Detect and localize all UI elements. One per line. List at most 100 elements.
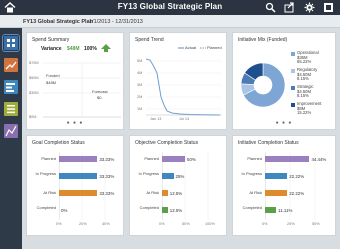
bar-plot-grid bbox=[162, 152, 209, 220]
card-title: Spend Trend bbox=[135, 37, 164, 43]
legend-swatch bbox=[291, 86, 295, 90]
legend-swatch bbox=[291, 103, 295, 107]
y-tick: $30M bbox=[29, 91, 39, 95]
plan-date-range: 1/1/2013 - 12/31/2013 bbox=[89, 18, 143, 25]
search-icon[interactable] bbox=[265, 2, 276, 13]
bar-value-label: 11.11% bbox=[278, 207, 293, 213]
spend-trend-plot bbox=[146, 58, 222, 116]
bar-in-progress[interactable] bbox=[162, 173, 174, 179]
card-title: Spend Summary bbox=[32, 37, 70, 43]
bar-value-label: 50% bbox=[187, 156, 196, 162]
category-label: In Progress bbox=[138, 171, 159, 176]
category-label: Completed bbox=[242, 205, 262, 210]
bar-planned[interactable] bbox=[265, 156, 310, 162]
initiative-mix-donut bbox=[240, 62, 286, 108]
y-tick: 2M bbox=[137, 95, 143, 99]
variance-value: $48M bbox=[67, 46, 80, 52]
sidebar-item-chart[interactable] bbox=[4, 124, 18, 138]
legend-text: 8.15% bbox=[297, 76, 309, 82]
y-tick: 4M bbox=[137, 71, 143, 75]
page-dots[interactable]: ● ● ● bbox=[233, 120, 335, 126]
x-tick: Jul 13 bbox=[179, 117, 190, 121]
plan-name: FY13 Global Strategic Plan bbox=[23, 18, 93, 25]
legend-text: 15.22% bbox=[297, 110, 312, 116]
bar-value-label: 12.5% bbox=[169, 207, 183, 213]
y-tick: 5M bbox=[137, 59, 143, 63]
spend-trend-card[interactable]: Spend Trend Actual Planned 5M 4M 3M 2M 1… bbox=[129, 32, 227, 130]
bar-value-label: 0% bbox=[61, 207, 68, 213]
category-label: Planned bbox=[144, 156, 159, 161]
page-dots[interactable]: ● ● ● bbox=[27, 120, 123, 126]
bar-value-label: 12.5% bbox=[169, 190, 183, 196]
funded-value: $48M bbox=[46, 80, 57, 85]
x-tick: 40% bbox=[102, 222, 110, 226]
more-icon[interactable] bbox=[323, 2, 334, 13]
up-arrow-icon bbox=[101, 44, 111, 52]
bar-completed[interactable] bbox=[162, 207, 168, 213]
bar-completed[interactable] bbox=[265, 207, 277, 213]
y-tick: 3M bbox=[137, 83, 143, 87]
x-tick: Jan 13 bbox=[150, 117, 162, 121]
category-label: Completed bbox=[36, 205, 56, 210]
legend-actual: Actual bbox=[185, 45, 197, 50]
bar-in-progress[interactable] bbox=[265, 173, 288, 179]
bar-value-label: 44.44% bbox=[311, 156, 327, 162]
initiative-mix-card[interactable]: Initiative Mix (Funded) Operational $36M 6… bbox=[232, 32, 336, 130]
bar-value-label: 22.22% bbox=[289, 173, 305, 179]
chart-icon bbox=[5, 125, 17, 137]
sidebar-item-grid[interactable] bbox=[2, 34, 20, 52]
x-tick: 25% bbox=[287, 222, 295, 226]
sidebar-item-bars[interactable] bbox=[4, 80, 18, 94]
card-title: Initiative Completion Status bbox=[238, 140, 299, 146]
legend-text: 8.15% bbox=[297, 93, 309, 99]
bars-icon bbox=[6, 83, 15, 92]
bar-in-progress[interactable] bbox=[59, 173, 98, 179]
variance-percent: 100% bbox=[84, 46, 97, 52]
legend-planned: Planned bbox=[207, 45, 222, 50]
forecast-value: $0 bbox=[97, 95, 102, 100]
initiative-status-card[interactable]: Initiative Completion Status Planned 44.4… bbox=[232, 135, 336, 236]
x-tick: 100% bbox=[205, 222, 215, 226]
funded-label: Funded bbox=[46, 73, 60, 78]
legend-text: 65.22% bbox=[297, 59, 312, 65]
card-title: Goal Completion Status bbox=[32, 140, 85, 146]
trend-icon bbox=[5, 61, 17, 70]
bar-at-risk[interactable] bbox=[162, 190, 168, 196]
objective-status-card[interactable]: Objective Completion Status Planned 50% In… bbox=[129, 135, 227, 236]
settings-icon[interactable] bbox=[304, 2, 315, 13]
card-title: Objective Completion Status bbox=[135, 140, 199, 146]
bar-value-label: 33.33% bbox=[99, 156, 115, 162]
category-label: At Risk bbox=[43, 190, 56, 195]
spend-summary-card[interactable]: Spend Summary Variance $48M 100% $70M $5… bbox=[26, 32, 124, 130]
y-tick: $0M bbox=[29, 115, 37, 119]
x-tick: 20% bbox=[79, 222, 87, 226]
actual-line bbox=[146, 58, 221, 116]
category-label: Planned bbox=[247, 156, 262, 161]
category-label: In Progress bbox=[241, 171, 262, 176]
bar-plot-grid bbox=[265, 152, 316, 220]
bar-at-risk[interactable] bbox=[59, 190, 98, 196]
legend-swatch bbox=[291, 69, 295, 73]
goal-status-card[interactable]: Goal Completion Status Planned 33.33% In P… bbox=[26, 135, 124, 236]
grid-icon bbox=[7, 39, 15, 47]
bar-value-label: 22.22% bbox=[289, 190, 305, 196]
legend-actual-swatch bbox=[178, 47, 184, 49]
bar-at-risk[interactable] bbox=[265, 190, 288, 196]
x-tick: 50% bbox=[182, 222, 190, 226]
category-label: At Risk bbox=[146, 190, 159, 195]
x-tick: 0% bbox=[56, 222, 62, 226]
share-icon[interactable] bbox=[284, 2, 295, 13]
variance-label: Variance bbox=[41, 46, 62, 52]
sidebar-item-list[interactable] bbox=[4, 102, 18, 116]
legend-planned-swatch bbox=[200, 47, 206, 49]
bar-planned[interactable] bbox=[59, 156, 98, 162]
category-label: In Progress bbox=[35, 171, 56, 176]
spend-summary-plot bbox=[43, 62, 121, 118]
y-tick: 1M bbox=[137, 107, 143, 111]
sidebar-item-trend[interactable] bbox=[4, 58, 18, 72]
y-tick: $70M bbox=[29, 61, 39, 65]
legend-swatch bbox=[291, 52, 295, 56]
x-tick: 0% bbox=[262, 222, 268, 226]
app-root: FY13 Global Strategic Plan FY13 Global S… bbox=[0, 0, 340, 249]
bar-planned[interactable] bbox=[162, 156, 185, 162]
